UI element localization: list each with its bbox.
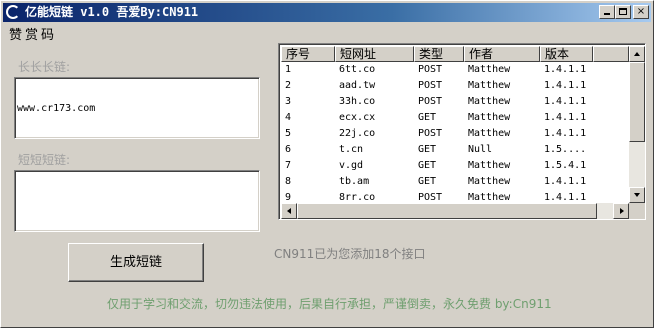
api-list-table[interactable]: 序号 短网址 类型 作者 版本 1 6tt.co POST Matthew 1.4.1.… xyxy=(278,43,646,220)
table-row[interactable]: 2 aad.tw POST Matthew 1.4.1.1 xyxy=(281,78,629,94)
status-message: CN911已为您添加18个接口 xyxy=(274,247,426,261)
cell-author: Matthew xyxy=(468,112,511,123)
cell-author: Matthew xyxy=(468,160,511,171)
table-row[interactable]: 5 22j.co POST Matthew 1.4.1.1 xyxy=(281,126,629,142)
cell-type: GET xyxy=(418,144,437,155)
cell-author: Matthew xyxy=(468,80,511,91)
app-logo-icon xyxy=(6,5,20,19)
cell-index: 5 xyxy=(285,128,292,139)
cell-version: 1.4.1.1 xyxy=(544,128,587,139)
column-header-author[interactable]: 作者 xyxy=(464,46,540,62)
cell-index: 6 xyxy=(285,144,292,155)
footer-disclaimer: 仅用于学习和交流，切勿违法使用，后果自行承担，严谨倒卖，永久免费 by:Cn91… xyxy=(107,297,552,311)
window-title: 亿能短链 v1.0 吾爱By:CN911 xyxy=(25,5,199,19)
table-row[interactable]: 8 tb.am GET Matthew 1.4.1.1 xyxy=(281,174,629,190)
minimize-button[interactable] xyxy=(599,5,615,19)
scroll-right-button[interactable] xyxy=(613,203,629,219)
cell-version: 1.4.1.1 xyxy=(544,176,587,187)
table-row[interactable]: 3 33h.co POST Matthew 1.4.1.1 xyxy=(281,94,629,110)
cell-short-url: 6tt.co xyxy=(339,64,376,75)
arrow-down-icon xyxy=(634,193,640,197)
long-url-value: www.cr173.com xyxy=(17,103,96,114)
table-body: 1 6tt.co POST Matthew 1.4.1.1 2 aad.tw POST Matt… xyxy=(281,62,629,219)
arrow-up-icon xyxy=(634,52,640,56)
maximize-icon xyxy=(619,8,627,15)
maximize-button[interactable] xyxy=(615,5,631,19)
arrow-left-icon xyxy=(287,208,291,214)
cell-type: GET xyxy=(418,176,437,187)
cell-type: GET xyxy=(418,160,437,171)
cell-author: Matthew xyxy=(468,128,511,139)
long-url-input[interactable]: www.cr173.com xyxy=(14,77,260,139)
cell-short-url: 22j.co xyxy=(339,128,376,139)
table-header: 序号 短网址 类型 作者 版本 xyxy=(281,46,629,62)
cell-version: 1.4.1.1 xyxy=(544,64,587,75)
table-row[interactable]: 1 6tt.co POST Matthew 1.4.1.1 xyxy=(281,62,629,78)
horizontal-scroll-thumb[interactable] xyxy=(297,203,597,219)
cell-version: 1.4.1.1 xyxy=(544,96,587,107)
cell-type: POST xyxy=(418,128,443,139)
column-header-short-url[interactable]: 短网址 xyxy=(335,46,414,62)
table-row[interactable]: 7 v.gd GET Matthew 1.5.4.1 xyxy=(281,158,629,174)
cell-version: 1.4.1.1 xyxy=(544,80,587,91)
scroll-down-button[interactable] xyxy=(629,187,645,203)
table-row[interactable]: 6 t.cn GET Null 1.5.... xyxy=(281,142,629,158)
table-row[interactable]: 4 ecx.cx GET Matthew 1.4.1.1 xyxy=(281,110,629,126)
cell-short-url: aad.tw xyxy=(339,80,376,91)
column-header-version[interactable]: 版本 xyxy=(540,46,593,62)
cell-index: 1 xyxy=(285,64,292,75)
minimize-icon xyxy=(604,13,610,15)
column-header-type[interactable]: 类型 xyxy=(414,46,464,62)
cell-author: Matthew xyxy=(468,176,511,187)
cell-type: POST xyxy=(418,64,443,75)
cell-short-url: tb.am xyxy=(339,176,370,187)
cell-short-url: t.cn xyxy=(339,144,364,155)
close-icon: × xyxy=(636,6,646,17)
vertical-scrollbar[interactable] xyxy=(629,46,645,203)
arrow-right-icon xyxy=(620,208,624,214)
cell-index: 7 xyxy=(285,160,292,171)
scrollbar-corner xyxy=(629,203,645,219)
cell-index: 8 xyxy=(285,176,292,187)
cell-author: Matthew xyxy=(468,96,511,107)
cell-short-url: v.gd xyxy=(339,160,364,171)
horizontal-scrollbar[interactable] xyxy=(281,203,629,219)
long-url-label: 长长长链: xyxy=(18,60,71,74)
cell-index: 3 xyxy=(285,96,292,107)
close-button[interactable]: × xyxy=(633,5,649,19)
cell-short-url: 33h.co xyxy=(339,96,376,107)
short-url-output[interactable] xyxy=(14,170,260,232)
title-bar[interactable]: 亿能短链 v1.0 吾爱By:CN911 × xyxy=(3,3,651,22)
vertical-scroll-thumb[interactable] xyxy=(629,62,645,142)
cell-type: GET xyxy=(418,112,437,123)
generate-short-link-button[interactable]: 生成短链 xyxy=(68,243,204,282)
cell-version: 1.5.... xyxy=(544,144,587,155)
app-window: 亿能短链 v1.0 吾爱By:CN911 × 赞赏码 长长长链: www.cr1… xyxy=(0,0,654,328)
cell-version: 1.4.1.1 xyxy=(544,112,587,123)
cell-index: 4 xyxy=(285,112,292,123)
column-header-index[interactable]: 序号 xyxy=(281,46,335,62)
menu-item-donate-code[interactable]: 赞赏码 xyxy=(9,24,57,43)
cell-type: POST xyxy=(418,80,443,91)
cell-version: 1.5.4.1 xyxy=(544,160,587,171)
scroll-left-button[interactable] xyxy=(281,203,297,219)
cell-short-url: ecx.cx xyxy=(339,112,376,123)
cell-author: Matthew xyxy=(468,64,511,75)
short-url-label: 短短短链: xyxy=(18,153,71,167)
scroll-up-button[interactable] xyxy=(629,46,645,62)
cell-author: Null xyxy=(468,144,493,155)
column-header-filler xyxy=(593,46,629,62)
cell-index: 2 xyxy=(285,80,292,91)
cell-type: POST xyxy=(418,96,443,107)
